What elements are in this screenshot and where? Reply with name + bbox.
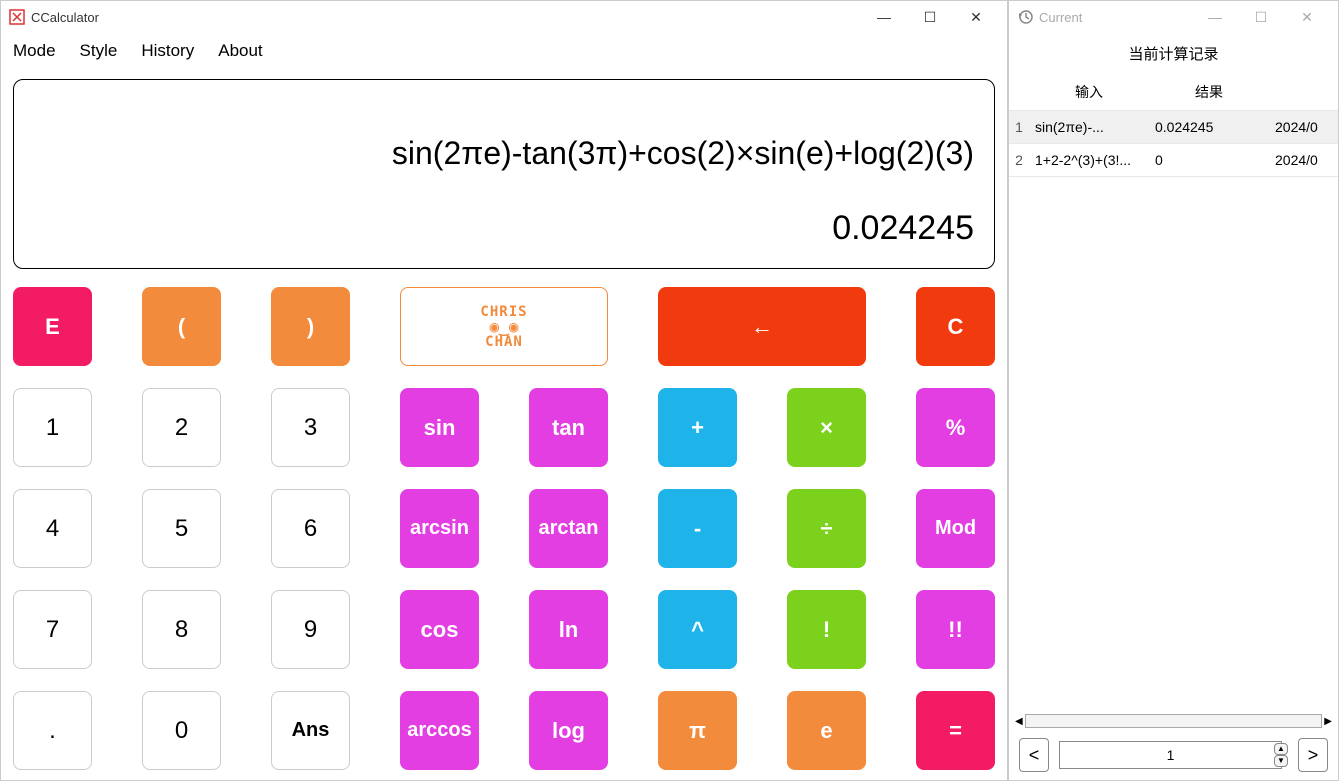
next-page-button[interactable]: > [1298,738,1328,772]
history-titlebar: Current — ☐ ✕ [1009,1,1338,33]
close-button[interactable]: ✕ [953,1,999,33]
row-date: 2024/0 [1269,144,1338,177]
divide-button[interactable]: ÷ [787,489,866,568]
ans-button[interactable]: Ans [271,691,350,770]
rparen-button[interactable]: ) [271,287,350,366]
plus-button[interactable]: + [658,388,737,467]
digit-8-button[interactable]: 8 [142,590,221,669]
digit-6-button[interactable]: 6 [271,489,350,568]
lparen-button[interactable]: ( [142,287,221,366]
equals-button[interactable]: = [916,691,995,770]
maximize-button[interactable]: ☐ [907,1,953,33]
minimize-button[interactable]: — [861,1,907,33]
table-row[interactable]: 2 1+2-2^(3)+(3!... 0 2024/0 [1009,144,1338,177]
row-number: 2 [1009,144,1029,177]
menubar: Mode Style History About [1,33,1007,69]
col-date[interactable] [1269,74,1338,111]
clear-button[interactable]: C [916,287,995,366]
row-input: 1+2-2^(3)+(3!... [1029,144,1149,177]
arctan-button[interactable]: arctan [529,489,608,568]
power-button[interactable]: ^ [658,590,737,669]
e-button[interactable]: e [787,691,866,770]
digit-2-button[interactable]: 2 [142,388,221,467]
row-number: 1 [1009,111,1029,144]
display-expression: sin(2πe)-tan(3π)+cos(2)×sin(e)+log(2)(3) [34,135,974,172]
history-heading: 当前计算记录 [1009,33,1338,74]
history-maximize-button[interactable]: ☐ [1238,1,1284,33]
menu-style[interactable]: Style [80,41,118,61]
spinner-up-button[interactable]: ▲ [1274,743,1288,755]
history-window: Current — ☐ ✕ 当前计算记录 输入 结果 1 [1008,0,1339,781]
mod-button[interactable]: Mod [916,489,995,568]
app-icon [9,9,25,25]
col-result[interactable]: 结果 [1149,74,1269,111]
row-result: 0.024245 [1149,111,1269,144]
tan-button[interactable]: tan [529,388,608,467]
arcsin-button[interactable]: arcsin [400,489,479,568]
spinner-down-button[interactable]: ▼ [1274,755,1288,767]
row-date: 2024/0 [1269,111,1338,144]
row-result: 0 [1149,144,1269,177]
history-window-title: Current [1039,10,1192,25]
double-factorial-button[interactable]: !! [916,590,995,669]
digit-4-button[interactable]: 4 [13,489,92,568]
decimal-button[interactable]: . [13,691,92,770]
row-input: sin(2πe)-... [1029,111,1149,144]
display: sin(2πe)-tan(3π)+cos(2)×sin(e)+log(2)(3)… [13,79,995,269]
digit-9-button[interactable]: 9 [271,590,350,669]
digit-3-button[interactable]: 3 [271,388,350,467]
scroll-track[interactable] [1025,714,1323,728]
scroll-right-icon[interactable]: ▶ [1322,716,1334,727]
logo-eyes-icon: ◉‿◉ [480,319,527,335]
history-minimize-button[interactable]: — [1192,1,1238,33]
cos-button[interactable]: cos [400,590,479,669]
table-row[interactable]: 1 sin(2πe)-... 0.024245 2024/0 [1009,111,1338,144]
digit-7-button[interactable]: 7 [13,590,92,669]
col-input[interactable]: 输入 [1029,74,1149,111]
backspace-button[interactable]: ← [658,287,866,366]
titlebar: CCalculator — ☐ ✕ [1,1,1007,33]
logo-button[interactable]: CHRIS ◉‿◉ CHAN [400,287,608,366]
calculator-window: CCalculator — ☐ ✕ Mode Style History Abo… [0,0,1008,781]
digit-5-button[interactable]: 5 [142,489,221,568]
pi-button[interactable]: π [658,691,737,770]
minus-button[interactable]: - [658,489,737,568]
menu-history[interactable]: History [141,41,194,61]
window-title: CCalculator [31,10,861,25]
arccos-button[interactable]: arccos [400,691,479,770]
scroll-left-icon[interactable]: ◀ [1013,716,1025,727]
history-body: 当前计算记录 输入 结果 1 sin(2πe)-... 0.024245 [1009,33,1338,780]
multiply-button[interactable]: × [787,388,866,467]
prev-page-button[interactable]: < [1019,738,1049,772]
button-grid: E ( ) CHRIS ◉‿◉ CHAN ← C 1 2 3 sin tan +… [13,287,995,770]
ln-button[interactable]: ln [529,590,608,669]
logo-text-bottom: CHAN [480,335,527,349]
history-icon [1017,9,1033,25]
sin-button[interactable]: sin [400,388,479,467]
page-spinner: ▲ ▼ [1274,743,1288,767]
page-input[interactable] [1059,741,1282,769]
percent-button[interactable]: % [916,388,995,467]
e-constant-button[interactable]: E [13,287,92,366]
pager: < ▲ ▼ > [1009,730,1338,780]
display-result: 0.024245 [34,209,974,248]
menu-about[interactable]: About [218,41,262,61]
digit-0-button[interactable]: 0 [142,691,221,770]
history-close-button[interactable]: ✕ [1284,1,1330,33]
horizontal-scrollbar[interactable]: ◀ ▶ [1009,712,1338,730]
factorial-button[interactable]: ! [787,590,866,669]
history-table: 输入 结果 1 sin(2πe)-... 0.024245 2024/0 2 1… [1009,74,1338,712]
menu-mode[interactable]: Mode [13,41,56,61]
col-rownum [1009,74,1029,111]
digit-1-button[interactable]: 1 [13,388,92,467]
calculator-body: sin(2πe)-tan(3π)+cos(2)×sin(e)+log(2)(3)… [1,69,1007,780]
log-button[interactable]: log [529,691,608,770]
